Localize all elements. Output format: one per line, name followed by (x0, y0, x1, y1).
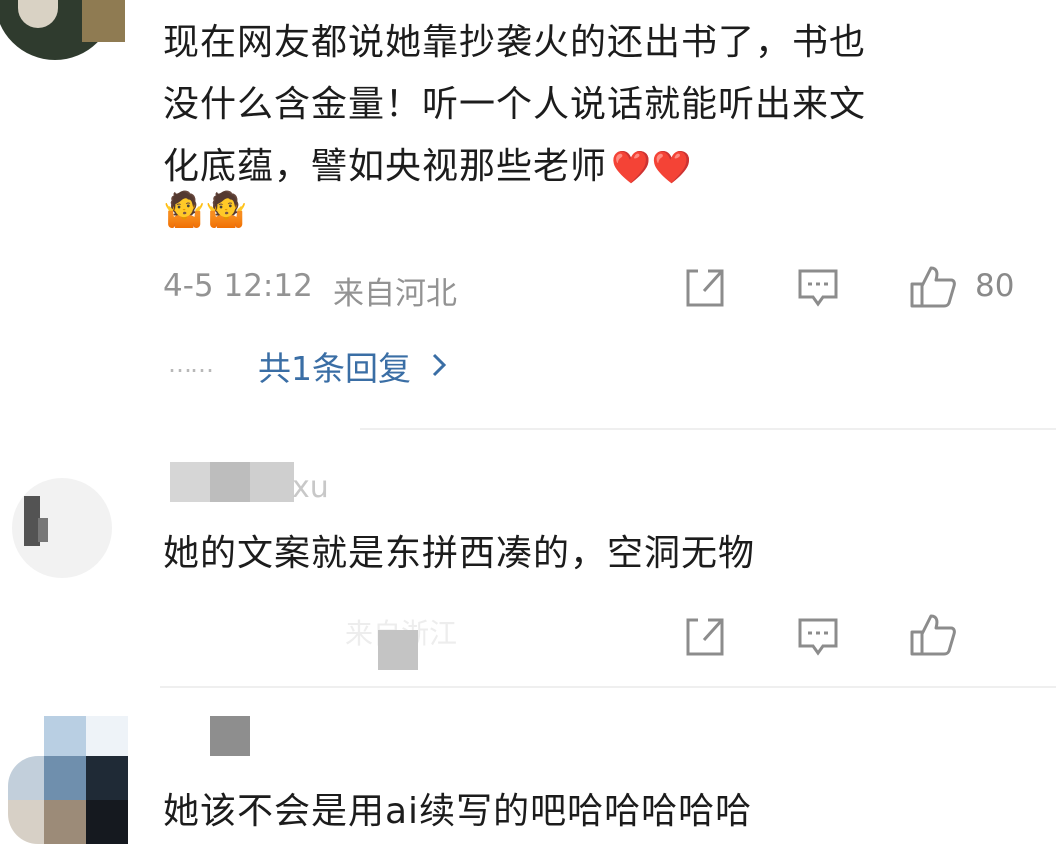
timestamp-mosaic (378, 630, 418, 670)
comment-text-line: 没什么含金量！听一个人说话就能听出来文 (163, 84, 867, 125)
heart-emoji-icon: ❤️❤️ (611, 148, 693, 186)
username-fragment[interactable]: xu (292, 470, 329, 505)
username-mosaic (210, 462, 250, 502)
thumbs-up-icon[interactable] (909, 612, 957, 658)
share-icon[interactable] (684, 267, 726, 309)
divider (360, 428, 1056, 430)
comment-icon[interactable] (797, 617, 839, 657)
comment-text-line: 现在网友都说她靠抄袭火的还出书了，书也 (163, 22, 867, 63)
comment-text: 她该不会是用ai续写的吧哈哈哈哈哈 (163, 791, 753, 832)
shrug-emoji-icon: 🤷🤷 (163, 190, 248, 230)
username-mosaic (170, 462, 210, 502)
comment-icon[interactable] (797, 268, 839, 308)
divider (160, 686, 1056, 688)
avatar[interactable] (8, 716, 128, 856)
comment-text-line: 化底蕴，譬如央视那些老师 ❤️❤️ (163, 136, 1043, 198)
comment-timestamp: 4-5 12:12 (163, 268, 313, 304)
share-icon[interactable] (684, 616, 726, 658)
username-mosaic (250, 462, 294, 502)
view-replies-label: 共1条回复 (258, 349, 411, 388)
chevron-right-icon (431, 347, 447, 386)
like-count: 80 (975, 268, 1015, 304)
comment-text: 她的文案就是东拼西凑的，空洞无物 (163, 533, 756, 574)
comment-text-segment: 化底蕴，譬如央视那些老师 (163, 146, 608, 187)
avatar[interactable] (12, 478, 112, 578)
thumbs-up-icon[interactable] (909, 264, 957, 310)
view-replies-link[interactable]: 共1条回复 (258, 342, 447, 390)
comment-location: 来自河北 (333, 276, 457, 312)
reply-dots: …… (168, 350, 214, 378)
avatar[interactable] (0, 0, 125, 70)
username-mosaic (210, 716, 250, 756)
